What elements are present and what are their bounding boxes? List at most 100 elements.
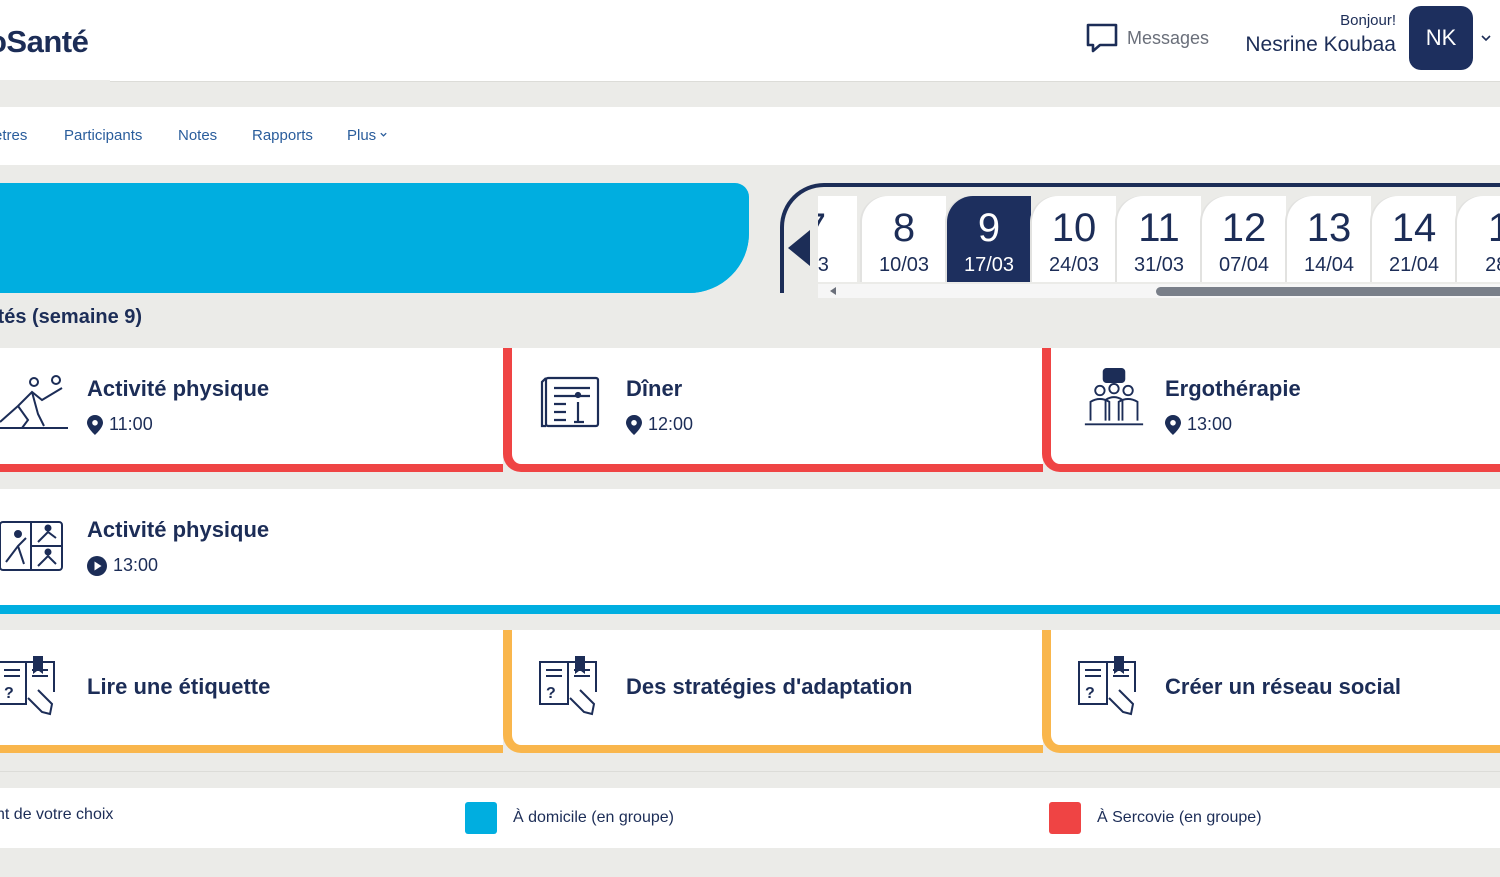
week-date: 28/	[1485, 254, 1500, 276]
week-selector: 7 /03 8 10/03 9 17/03 10 24/03 11 31/03 …	[818, 196, 1500, 300]
activity-time: 13:00	[1165, 414, 1232, 435]
week-item-8[interactable]: 8 10/03	[862, 196, 946, 282]
week-number: 7	[818, 208, 857, 248]
week-number: 14	[1391, 206, 1437, 250]
learning-row: ? Lire une étiquette ? Des stratégies d'…	[0, 630, 1500, 753]
activity-time: 11:00	[87, 414, 153, 435]
legend-entry-domicile: À domicile (en groupe)	[465, 802, 674, 834]
messages-button[interactable]: Messages	[1084, 20, 1209, 56]
week-number: 12	[1221, 206, 1267, 250]
menu-document-icon	[540, 376, 600, 428]
activity-card[interactable]: Ergothérapie 13:00	[1042, 348, 1500, 472]
legend-label: À Sercovie (en groupe)	[1097, 809, 1262, 826]
nav-plus-label: Plus	[347, 127, 377, 144]
learning-card[interactable]: ? Des stratégies d'adaptation	[503, 630, 1043, 753]
reading-quiz-icon: ?	[1078, 656, 1136, 716]
activity-title: Dîner	[626, 376, 683, 401]
activity-row-domicile: Activité physique 13:00	[0, 489, 1500, 614]
activity-card[interactable]: Activité physique 13:00	[0, 489, 1500, 614]
activity-time: 12:00	[626, 414, 693, 435]
chevron-down-icon	[380, 132, 387, 137]
user-name: Nesrine Koubaa	[1245, 33, 1396, 56]
activity-title: Ergothérapie	[1165, 376, 1301, 401]
activity-row-sercovie: Activité physique 11:00 Dîner 12:00 Ergo…	[0, 348, 1500, 472]
svg-text:?: ?	[1085, 685, 1095, 702]
legend-label: À domicile (en groupe)	[513, 809, 674, 826]
week-number: 1	[1487, 206, 1500, 250]
week-item-12[interactable]: 12 07/04	[1202, 196, 1286, 282]
week-item-15[interactable]: 1 28/	[1457, 196, 1500, 282]
app-logo[interactable]: oSanté	[0, 24, 89, 60]
messages-label: Messages	[1127, 27, 1210, 48]
week-previous-arrow-icon[interactable]	[786, 228, 812, 268]
location-pin-icon	[1165, 414, 1181, 435]
week-item-7[interactable]: 7 /03	[818, 196, 857, 282]
week-number: 9	[977, 206, 1001, 250]
activity-card[interactable]: Activité physique 11:00	[0, 348, 503, 472]
week-item-10[interactable]: 10 24/03	[1032, 196, 1116, 282]
activity-time-text: 13:00	[1187, 414, 1233, 434]
week-item-13[interactable]: 13 14/04	[1287, 196, 1371, 282]
greeting-text: Bonjour!	[1340, 12, 1396, 29]
week-item-11[interactable]: 11 31/03	[1117, 196, 1201, 282]
legend-divider	[0, 771, 1500, 772]
user-avatar[interactable]: NK	[1409, 6, 1473, 70]
section-nav: ètres Participants Notes Rapports Plus	[0, 107, 1500, 165]
week-date: 31/03	[1133, 254, 1185, 276]
program-banner	[0, 183, 749, 293]
group-discussion-icon	[1084, 368, 1144, 426]
legend-bar: nt de votre choix À domicile (en groupe)…	[0, 788, 1500, 848]
week-item-14[interactable]: 14 21/04	[1372, 196, 1456, 282]
activity-time-text: 11:00	[109, 414, 153, 434]
activity-title: Activité physique	[87, 376, 270, 401]
week-date: /03	[818, 254, 829, 276]
learning-card[interactable]: ? Créer un réseau social	[1042, 630, 1500, 753]
week-number: 11	[1138, 206, 1180, 250]
nav-item-parametres[interactable]: ètres	[0, 127, 27, 144]
learning-title: Lire une étiquette	[87, 674, 271, 699]
user-greeting: Bonjour! Nesrine Koubaa	[1245, 12, 1396, 57]
learning-title: Des stratégies d'adaptation	[626, 674, 913, 699]
scroll-left-arrow-icon[interactable]	[828, 286, 838, 296]
nav-item-plus[interactable]: Plus	[347, 127, 388, 144]
nav-item-rapports[interactable]: Rapports	[252, 127, 313, 144]
activities-section-title: ités (semaine 9)	[0, 306, 143, 328]
week-number: 8	[892, 206, 916, 250]
activity-time: 13:00	[87, 555, 158, 576]
nav-item-participants[interactable]: Participants	[64, 127, 142, 144]
legend-swatch-red	[1049, 802, 1081, 834]
week-date: 10/03	[878, 254, 930, 276]
top-bar: oSanté Messages Bonjour! Nesrine Koubaa …	[0, 0, 1500, 84]
legend-label: nt de votre choix	[0, 806, 114, 823]
activity-card[interactable]: Dîner 12:00	[503, 348, 1043, 472]
week-number: 10	[1051, 206, 1097, 250]
week-item-9-selected[interactable]: 9 17/03	[947, 196, 1031, 282]
reading-quiz-icon: ?	[0, 656, 55, 716]
week-date: 21/04	[1388, 254, 1440, 276]
location-pin-icon	[626, 414, 642, 435]
nav-item-notes[interactable]: Notes	[178, 127, 217, 144]
svg-text:?: ?	[546, 685, 556, 702]
chevron-down-icon[interactable]	[1480, 32, 1492, 44]
legend-entry-sercovie: À Sercovie (en groupe)	[1049, 802, 1262, 834]
week-scrollbar[interactable]	[818, 284, 1500, 298]
learning-card[interactable]: ? Lire une étiquette	[0, 630, 503, 753]
logo-underline	[0, 80, 110, 84]
week-number: 13	[1306, 206, 1352, 250]
stretching-people-icon	[0, 375, 68, 429]
week-date: 07/04	[1218, 254, 1270, 276]
learning-title: Créer un réseau social	[1165, 674, 1402, 699]
activity-time-text: 13:00	[113, 555, 159, 575]
week-date: 24/03	[1048, 254, 1100, 276]
svg-text:?: ?	[4, 685, 14, 702]
location-pin-icon	[87, 414, 103, 435]
play-circle-icon	[87, 555, 107, 576]
week-date: 14/04	[1303, 254, 1355, 276]
scrollbar-thumb[interactable]	[1156, 287, 1500, 296]
reading-quiz-icon: ?	[539, 656, 597, 716]
legend-entry-choice: nt de votre choix	[0, 806, 113, 824]
activity-time-text: 12:00	[648, 414, 694, 434]
activity-title: Activité physique	[87, 517, 270, 542]
legend-swatch-blue	[465, 802, 497, 834]
week-date: 17/03	[963, 254, 1015, 276]
